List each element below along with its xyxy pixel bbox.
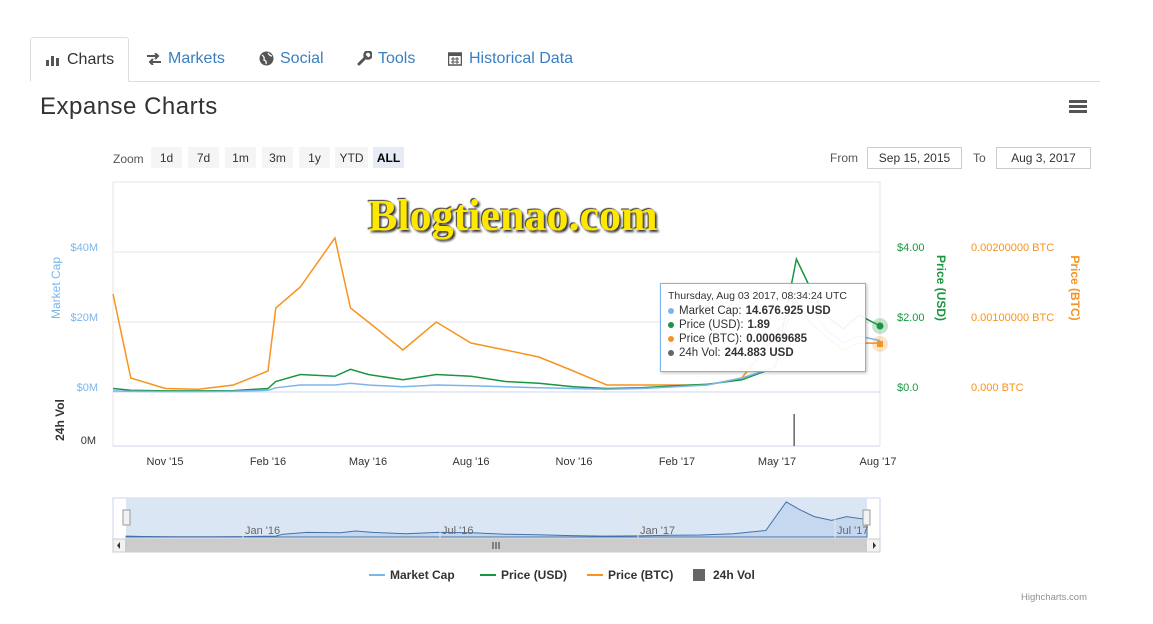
usd-tick: $0.0 [897, 382, 918, 394]
navigator-tick-label: Jan '17 [640, 525, 675, 537]
volume-axis-title: 24h Vol [53, 399, 67, 441]
watermark: Blogtienao.com [368, 191, 658, 240]
x-tick-label: Nov '16 [556, 456, 593, 468]
tooltip-row-price-usd: Price (USD): 1.89 [668, 319, 770, 331]
legend-item-price-usd[interactable]: Price (USD) [480, 568, 567, 582]
market-cap-tick: $0M [77, 382, 98, 394]
navigator-handle-left[interactable] [122, 509, 131, 526]
usd-tick: $2.00 [897, 312, 925, 324]
tooltip-label: Price (BTC): [679, 333, 743, 345]
navigator-tick-label: Jul '16 [442, 525, 473, 537]
legend-label: Price (USD) [501, 568, 568, 582]
legend-dot [668, 308, 674, 314]
usd-tick: $4.00 [897, 242, 925, 254]
btc-tick: 0.000 BTC [971, 382, 1024, 394]
tooltip-header: Thursday, Aug 03 2017, 08:34:24 UTC [668, 290, 848, 302]
market-cap-tick: $40M [70, 242, 98, 254]
hover-point-usd [876, 322, 884, 330]
legend-item-volume[interactable]: 24h Vol [693, 568, 755, 582]
x-tick-label: Aug '16 [453, 456, 490, 468]
hover-point-btc [877, 341, 883, 347]
legend-dot [668, 336, 674, 342]
tooltip-value: 1.89 [747, 319, 770, 331]
legend-dot [668, 322, 674, 328]
tooltip-value: 0.00069685 [746, 333, 808, 345]
credits-link[interactable]: Highcharts.com [1021, 592, 1087, 603]
x-tick-label: Feb '17 [659, 456, 695, 468]
chart-tooltip: Thursday, Aug 03 2017, 08:34:24 UTC Mark… [660, 283, 866, 372]
x-tick-label: Nov '15 [147, 456, 184, 468]
price-chart: Market Cap $40M $20M $0M 24h Vol 0M $4.0… [49, 181, 1082, 553]
x-tick-label: Aug '17 [860, 456, 897, 468]
legend-item-market-cap[interactable]: Market Cap [369, 568, 455, 582]
market-cap-tick: $20M [70, 312, 98, 324]
x-tick-label: May '16 [349, 456, 387, 468]
legend-label: Market Cap [390, 568, 455, 582]
legend-line-icon [480, 574, 496, 576]
btc-tick: 0.00200000 BTC [971, 242, 1054, 254]
btc-tick: 0.00100000 BTC [971, 312, 1054, 324]
usd-axis-title: Price (USD) [934, 255, 948, 321]
legend-line-icon [587, 574, 603, 576]
legend-label: Price (BTC) [608, 568, 674, 582]
legend-item-price-btc[interactable]: Price (BTC) [587, 568, 673, 582]
tooltip-label: 24h Vol: [679, 347, 721, 359]
navigator-tick-label: Jan '16 [245, 525, 280, 537]
x-axis-ticks: Nov '15 Feb '16 May '16 Aug '16 Nov '16 Feb '… [147, 456, 897, 468]
tooltip-value: 244.883 USD [724, 347, 794, 359]
tooltip-label: Price (USD): [679, 319, 744, 331]
tooltip-row-market-cap: Market Cap: 14.676.925 USD [668, 305, 831, 317]
btc-axis-title: Price (BTC) [1068, 255, 1082, 320]
legend-dot [668, 350, 674, 356]
tooltip-value: 14.676.925 USD [745, 305, 831, 317]
navigator-tick-label: Jul '17 [837, 525, 868, 537]
tooltip-row-volume: 24h Vol: 244.883 USD [668, 347, 794, 359]
tooltip-label: Market Cap: [679, 305, 742, 317]
volume-tick: 0M [81, 435, 96, 447]
navigator-handle-right[interactable] [862, 509, 871, 526]
legend-label: 24h Vol [713, 568, 755, 582]
market-cap-axis-title: Market Cap [49, 257, 63, 319]
tooltip-row-price-btc: Price (BTC): 0.00069685 [668, 333, 807, 345]
legend-box-icon [693, 569, 705, 581]
legend-line-icon [369, 574, 385, 576]
x-tick-label: Feb '16 [250, 456, 286, 468]
x-tick-label: May '17 [758, 456, 796, 468]
